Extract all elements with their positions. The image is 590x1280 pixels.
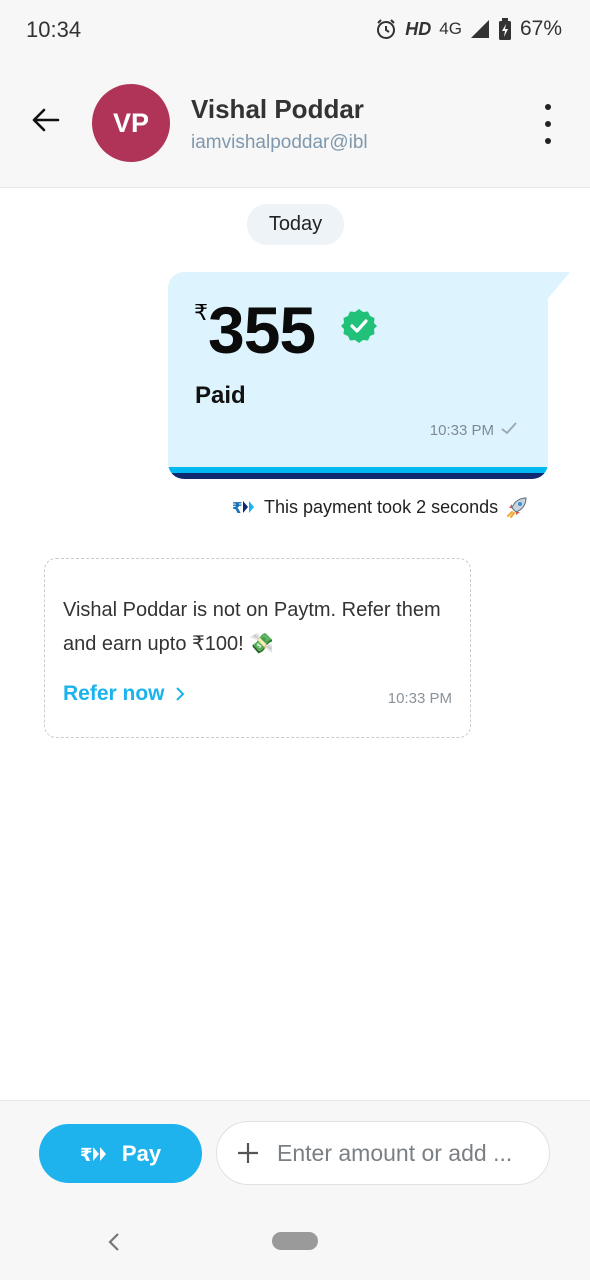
- speed-note-text: This payment took 2 seconds: [264, 496, 499, 517]
- alarm-icon: [377, 19, 396, 39]
- chat-header: VP Vishal Poddar iamvishalpoddar@ibl: [0, 60, 590, 188]
- battery-percent: 67%: [519, 17, 562, 40]
- contact-upi-id[interactable]: iamvishalpoddar@ibl: [191, 132, 368, 154]
- refer-now-link[interactable]: Refer now: [63, 682, 185, 706]
- hd-voice-label: HD: [405, 18, 432, 39]
- bottom-bar: ₹ Pay: [0, 1100, 590, 1210]
- nav-back-icon[interactable]: [104, 1230, 124, 1254]
- signal-icon: [470, 20, 489, 38]
- svg-text:₹: ₹: [232, 499, 242, 515]
- payment-bubble[interactable]: ₹ 355 Paid 10:33 PM: [168, 272, 548, 479]
- date-chip: Today: [247, 204, 344, 245]
- payment-speed-note: ₹ This payment took 2 seconds: [232, 494, 528, 520]
- verified-check-icon: [341, 309, 377, 343]
- pay-button[interactable]: ₹ Pay: [39, 1124, 202, 1183]
- back-arrow-icon[interactable]: [28, 102, 64, 138]
- amount-input-container[interactable]: [216, 1121, 550, 1185]
- pay-button-label: Pay: [121, 1140, 162, 1166]
- amount-input[interactable]: [277, 1139, 537, 1167]
- system-nav-bar: [0, 1210, 590, 1280]
- chevron-right-icon: [175, 687, 184, 701]
- chat-screen: 10:34 HD 4G 67% VP Vishal Poddar iamvish…: [0, 0, 590, 1280]
- refer-message: Vishal Poddar is not on Paytm. Refer the…: [63, 593, 458, 661]
- refer-card: Vishal Poddar is not on Paytm. Refer the…: [44, 558, 471, 738]
- refer-time: 10:33 PM: [387, 690, 452, 707]
- status-icons: HD 4G 67%: [375, 17, 562, 41]
- payment-amount: 355: [208, 293, 316, 367]
- status-bar: 10:34 HD 4G 67%: [0, 0, 590, 60]
- upi-icon: ₹: [232, 499, 256, 515]
- money-emoji: 💸: [249, 633, 275, 655]
- payment-status: Paid: [195, 382, 246, 409]
- home-pill-icon[interactable]: [272, 1232, 318, 1250]
- status-time: 10:34: [26, 17, 82, 42]
- payment-time: 10:33 PM: [429, 422, 494, 439]
- rocket-icon: [507, 497, 527, 518]
- network-type-label: 4G: [439, 19, 462, 38]
- refer-now-label: Refer now: [63, 682, 165, 705]
- plus-icon[interactable]: [235, 1140, 261, 1166]
- sent-tick-icon: [501, 422, 517, 435]
- battery-icon: [498, 18, 511, 40]
- upi-icon: ₹: [80, 1145, 106, 1164]
- contact-name[interactable]: Vishal Poddar: [191, 94, 364, 125]
- svg-text:₹: ₹: [80, 1145, 93, 1164]
- bubble-stripe-dark: [168, 473, 548, 479]
- more-options-icon[interactable]: [538, 104, 558, 144]
- currency-symbol: ₹: [194, 300, 208, 325]
- avatar[interactable]: VP: [92, 84, 170, 162]
